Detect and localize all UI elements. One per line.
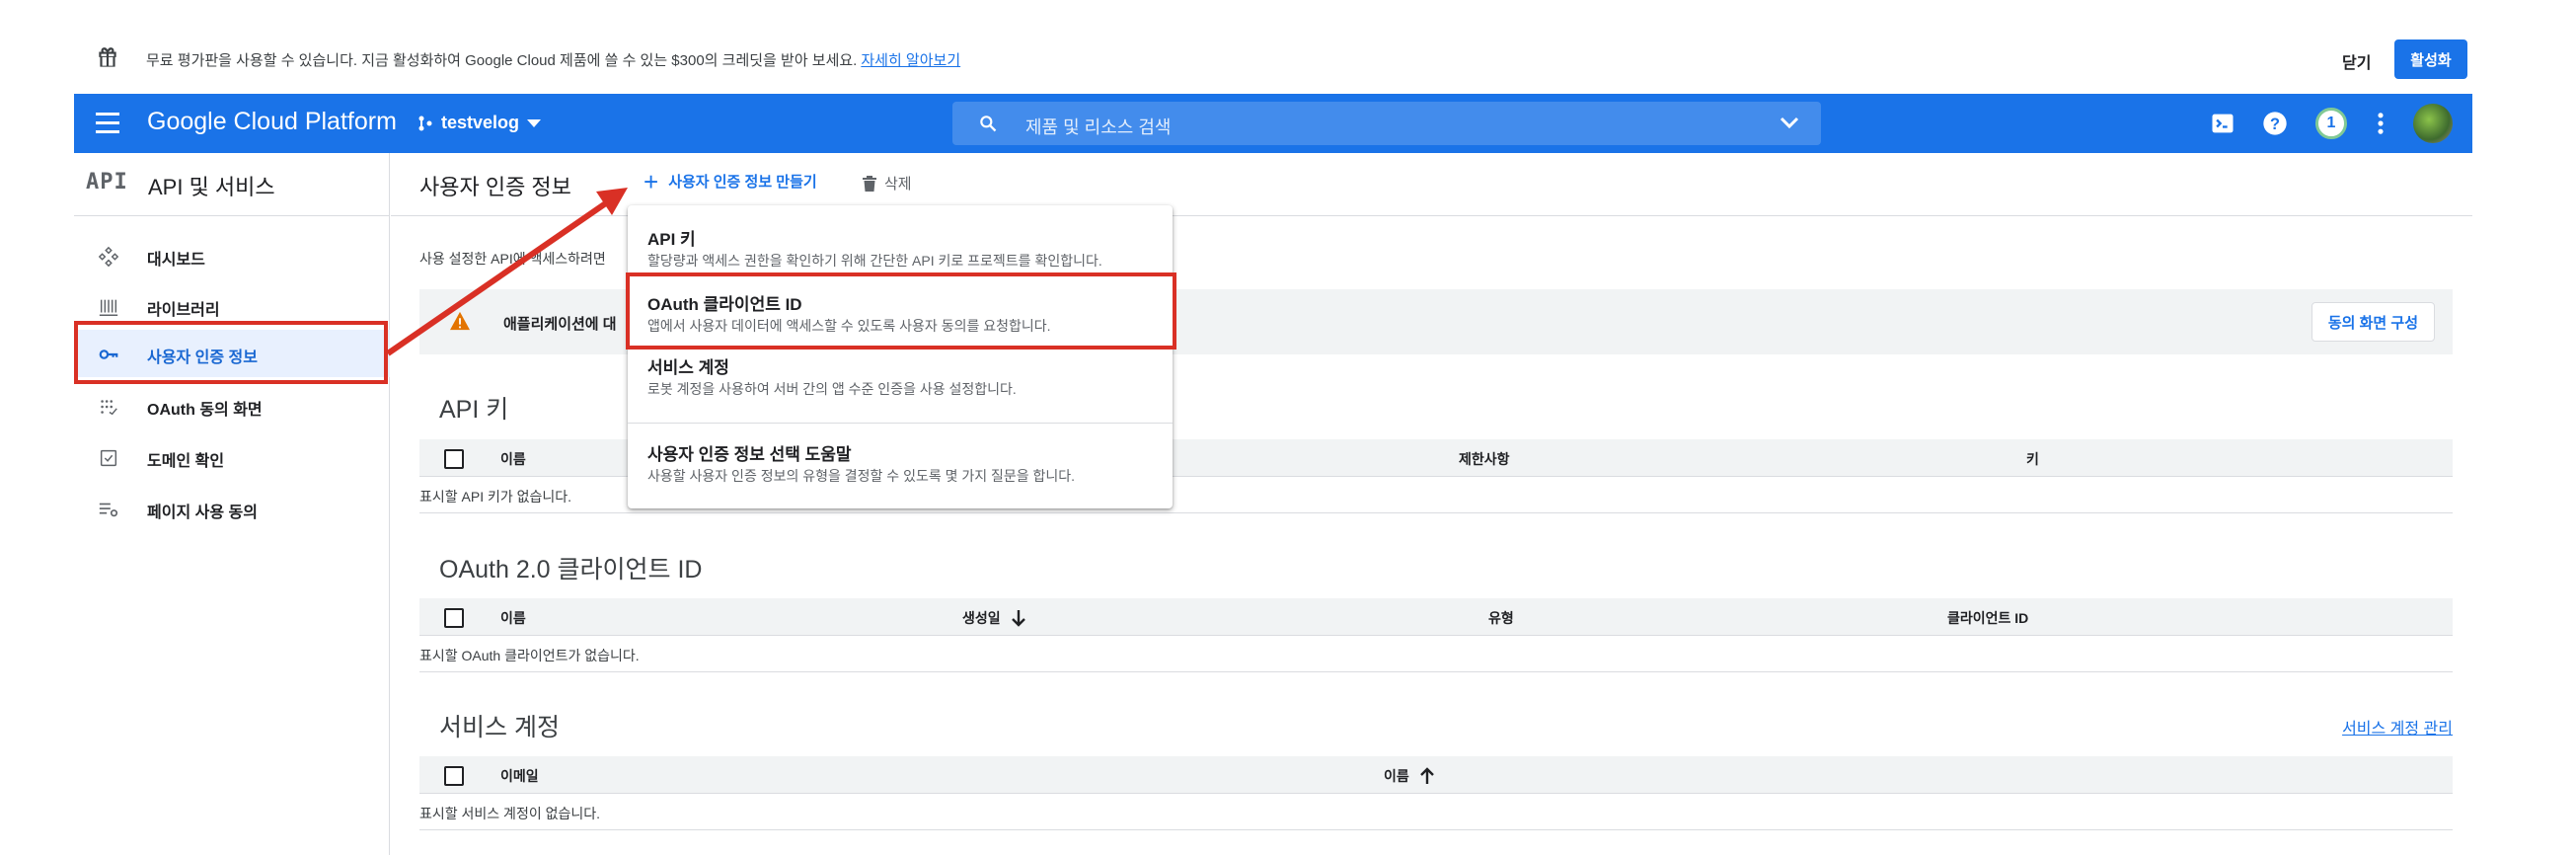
sidebar-item-label: 대시보드 xyxy=(147,252,205,269)
empty-message: 표시할 서비스 계정이 없습니다. xyxy=(419,806,600,821)
menu-divider xyxy=(628,423,1173,424)
empty-message: 표시할 API 키가 없습니다. xyxy=(419,489,572,505)
create-credentials-label: 사용자 인증 정보 만들기 xyxy=(668,174,817,191)
oauth-table-header: 이름 생성일 유형 클라이언트 ID xyxy=(419,598,2453,636)
settings-list-icon xyxy=(99,503,118,517)
project-name: testvelog xyxy=(441,113,520,132)
sidebar-item-label: 도메인 확인 xyxy=(147,453,225,470)
highlight-credentials-box xyxy=(74,321,388,384)
column-header[interactable]: 유형 xyxy=(1488,608,1514,628)
column-header-name[interactable]: 이름 xyxy=(1384,766,1435,786)
svg-text:?: ? xyxy=(2270,116,2280,133)
notice-text: 애플리케이션에 대 xyxy=(503,316,617,333)
search-bar[interactable]: 제품 및 리소스 검색 xyxy=(952,102,1821,145)
domain-icon xyxy=(100,449,117,467)
service-accounts-table-header: 이메일 이름 xyxy=(419,756,2453,794)
plus-icon: + xyxy=(644,166,659,196)
service-accounts-empty-row: 표시할 서비스 계정이 없습니다. xyxy=(419,795,2453,830)
chevron-down-icon[interactable] xyxy=(1780,115,1799,130)
sidebar-item-dashboard[interactable]: 대시보드 xyxy=(74,232,390,279)
page-title: 사용자 인증 정보 xyxy=(419,175,571,199)
search-placeholder: 제품 및 리소스 검색 xyxy=(1025,117,1172,137)
api-keys-title: API 키 xyxy=(439,396,509,424)
menu-item-title: 사용자 인증 정보 선택 도움말 xyxy=(647,445,852,464)
library-icon xyxy=(99,299,118,316)
sidebar: API API 및 서비스 대시보드 라이브러리 사용자 인증 정보 OAuth… xyxy=(74,153,390,855)
column-header[interactable]: 클라이언트 ID xyxy=(1947,608,2028,628)
project-selector[interactable]: testvelog xyxy=(417,113,542,133)
menu-item-title: API 키 xyxy=(647,230,696,249)
learn-more-link[interactable]: 자세히 알아보기 xyxy=(861,52,960,69)
menu-item-title: 서비스 계정 xyxy=(647,358,729,377)
caret-down-icon xyxy=(527,118,542,127)
create-credentials-button[interactable]: + 사용자 인증 정보 만들기 xyxy=(644,166,817,196)
menu-item-desc: 로봇 계정을 사용하여 서버 간의 앱 수준 인증을 사용 설정합니다. xyxy=(647,381,1017,397)
column-header[interactable]: 제한사항 xyxy=(1459,449,1510,469)
gift-icon xyxy=(99,47,116,67)
column-header-label: 이름 xyxy=(1384,768,1409,784)
cloud-shell-icon[interactable] xyxy=(2209,110,2236,137)
dashboard-icon xyxy=(98,246,119,268)
oauth-empty-row: 표시할 OAuth 클라이언트가 없습니다. xyxy=(419,637,2453,672)
consent-icon xyxy=(101,400,117,416)
menu-item-service-account[interactable]: 서비스 계정 로봇 계정을 사용하여 서버 간의 앱 수준 인증을 사용 설정합… xyxy=(628,353,1173,411)
arrow-up-icon xyxy=(1419,767,1434,784)
service-accounts-title: 서비스 계정 xyxy=(439,714,560,741)
menu-item-desc: 사용할 사용자 인증 정보의 유형을 결정할 수 있도록 몇 가지 질문을 합니… xyxy=(647,468,1076,484)
menu-icon[interactable] xyxy=(96,113,119,134)
project-icon xyxy=(418,116,432,130)
sidebar-item-domain[interactable]: 도메인 확인 xyxy=(74,433,390,481)
sidebar-item-label: 페이지 사용 동의 xyxy=(147,505,258,521)
delete-button[interactable]: 삭제 xyxy=(863,173,912,194)
select-all-checkbox[interactable] xyxy=(444,766,464,786)
column-header[interactable]: 키 xyxy=(2026,449,2039,469)
intro-text: 사용 설정한 API에 액세스하려면 xyxy=(419,251,606,267)
select-all-checkbox[interactable] xyxy=(444,449,464,469)
help-icon[interactable]: ? xyxy=(2261,110,2289,137)
arrow-down-icon xyxy=(1011,610,1025,627)
empty-message: 표시할 OAuth 클라이언트가 없습니다. xyxy=(419,648,640,663)
highlight-oauth-box xyxy=(626,272,1176,350)
menu-item-desc: 할당량과 액세스 권한을 확인하기 위해 간단한 API 키로 프로젝트를 확인… xyxy=(647,253,1102,269)
manage-service-accounts-link[interactable]: 서비스 계정 관리 xyxy=(2342,715,2453,738)
sidebar-item-oauth-consent[interactable]: OAuth 동의 화면 xyxy=(74,382,390,429)
notification-badge[interactable]: 1 xyxy=(2315,108,2347,139)
close-promo-button[interactable]: 닫기 xyxy=(2342,49,2371,73)
promo-text: 무료 평가판을 사용할 수 있습니다. 지금 활성화하여 Google Clou… xyxy=(146,52,858,69)
sidebar-title: API 및 서비스 xyxy=(148,175,275,199)
column-header[interactable]: 이름 xyxy=(500,449,526,469)
activate-button[interactable]: 활성화 xyxy=(2394,39,2467,79)
select-all-checkbox[interactable] xyxy=(444,608,464,628)
delete-label: 삭제 xyxy=(884,176,912,193)
column-header[interactable]: 이메일 xyxy=(500,766,539,786)
sidebar-item-label: OAuth 동의 화면 xyxy=(147,402,263,419)
menu-item-help-me-choose[interactable]: 사용자 인증 정보 선택 도움말 사용할 사용자 인증 정보의 유형을 결정할 … xyxy=(628,440,1173,498)
oauth-title: OAuth 2.0 클라이언트 ID xyxy=(439,556,703,583)
sidebar-item-label: 라이브러리 xyxy=(147,302,220,319)
promo-banner: 무료 평가판을 사용할 수 있습니다. 지금 활성화하여 Google Clou… xyxy=(0,0,2576,94)
sidebar-header: API API 및 서비스 xyxy=(74,153,390,216)
column-header[interactable]: 이름 xyxy=(500,608,526,628)
column-header-created[interactable]: 생성일 xyxy=(962,608,1026,628)
more-vert-icon[interactable] xyxy=(2367,110,2394,137)
search-icon xyxy=(980,116,997,132)
avatar[interactable] xyxy=(2413,104,2453,143)
create-credentials-menu: API 키 할당량과 액세스 권한을 확인하기 위해 간단한 API 키로 프로… xyxy=(628,205,1173,508)
sidebar-item-page-usage[interactable]: 페이지 사용 동의 xyxy=(74,485,390,532)
api-logo-icon: API xyxy=(86,170,128,194)
configure-consent-button[interactable]: 동의 화면 구성 xyxy=(2311,302,2435,342)
column-header-label: 생성일 xyxy=(962,610,1001,626)
promo-message: 무료 평가판을 사용할 수 있습니다. 지금 활성화하여 Google Clou… xyxy=(146,49,960,70)
warning-icon xyxy=(450,311,470,331)
top-app-bar: Google Cloud Platform testvelog 제품 및 리소스… xyxy=(74,94,2472,153)
trash-icon xyxy=(863,175,876,192)
brand-title[interactable]: Google Cloud Platform xyxy=(147,108,397,136)
